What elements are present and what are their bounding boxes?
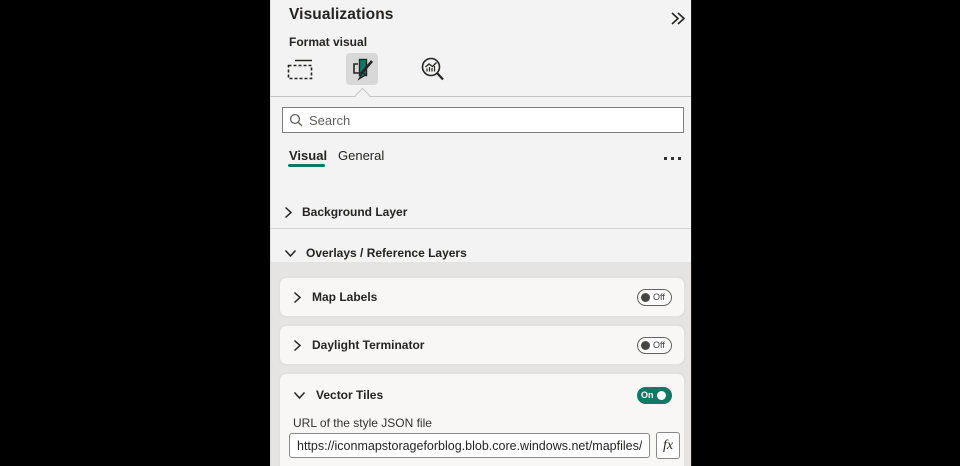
- toggle-state-label: On: [641, 391, 654, 400]
- visualizations-pane: Visualizations Format visual: [270, 0, 692, 466]
- style-json-url-input[interactable]: [289, 433, 650, 458]
- more-options-button[interactable]: [659, 150, 685, 166]
- format-visual-tab[interactable]: [346, 53, 378, 85]
- double-chevron-right-icon: [670, 11, 687, 26]
- vector-tiles-toggle[interactable]: On: [637, 387, 672, 404]
- canvas-left: [0, 0, 270, 466]
- card-map-labels: Map Labels Off: [279, 277, 685, 317]
- section-background-layer[interactable]: Background Layer: [271, 197, 691, 227]
- collapse-pane-button[interactable]: [667, 7, 689, 29]
- section-label: Overlays / Reference Layers: [306, 246, 467, 260]
- card-daylight-terminator-header[interactable]: Daylight Terminator Off: [280, 326, 684, 364]
- map-labels-toggle[interactable]: Off: [637, 289, 672, 306]
- search-icon: [289, 113, 303, 127]
- search-input[interactable]: [309, 113, 677, 128]
- toggle-state-label: Off: [653, 341, 665, 350]
- toggle-state-label: Off: [653, 293, 665, 302]
- url-field-label: URL of the style JSON file: [293, 416, 432, 430]
- section-divider: [271, 228, 691, 229]
- chevron-right-icon: [293, 339, 302, 352]
- tab-general[interactable]: General: [338, 148, 384, 163]
- format-visual-icon: [349, 56, 375, 82]
- card-label: Map Labels: [312, 290, 377, 304]
- canvas-right: [692, 0, 960, 466]
- daylight-terminator-toggle[interactable]: Off: [637, 337, 672, 354]
- toggle-knob: [641, 293, 650, 302]
- format-visual-heading: Format visual: [289, 35, 367, 49]
- selected-tab-caret: [355, 88, 371, 104]
- build-visual-tab[interactable]: [284, 53, 316, 85]
- card-label: Vector Tiles: [316, 388, 383, 402]
- pane-title: Visualizations: [289, 6, 393, 24]
- more-options-icon: [664, 157, 667, 160]
- screenshot-stage: Visualizations Format visual: [0, 0, 960, 466]
- toggle-knob: [641, 341, 650, 350]
- card-map-labels-header[interactable]: Map Labels Off: [280, 278, 684, 316]
- fx-conditional-format-button[interactable]: fx: [656, 432, 680, 459]
- card-daylight-terminator: Daylight Terminator Off: [279, 325, 685, 365]
- card-vector-tiles-header[interactable]: Vector Tiles On: [280, 374, 684, 410]
- chevron-right-icon: [293, 291, 302, 304]
- tab-visual[interactable]: Visual: [289, 148, 327, 163]
- card-label: Daylight Terminator: [312, 338, 424, 352]
- build-visual-icon: [287, 57, 313, 81]
- section-label: Background Layer: [302, 205, 407, 219]
- chevron-down-icon: [284, 249, 297, 258]
- active-tab-underline: [288, 164, 325, 167]
- chevron-down-icon: [293, 391, 306, 400]
- search-box[interactable]: [282, 107, 684, 133]
- analytics-icon: [419, 56, 446, 83]
- analytics-tab[interactable]: [416, 53, 448, 85]
- overlays-cards-area: Map Labels Off Daylight Terminator: [271, 262, 691, 466]
- icon-tabs-divider: [271, 96, 691, 97]
- card-vector-tiles: Vector Tiles On URL of the style JSON fi…: [279, 373, 685, 466]
- toggle-knob: [657, 391, 666, 400]
- chevron-right-icon: [284, 206, 293, 219]
